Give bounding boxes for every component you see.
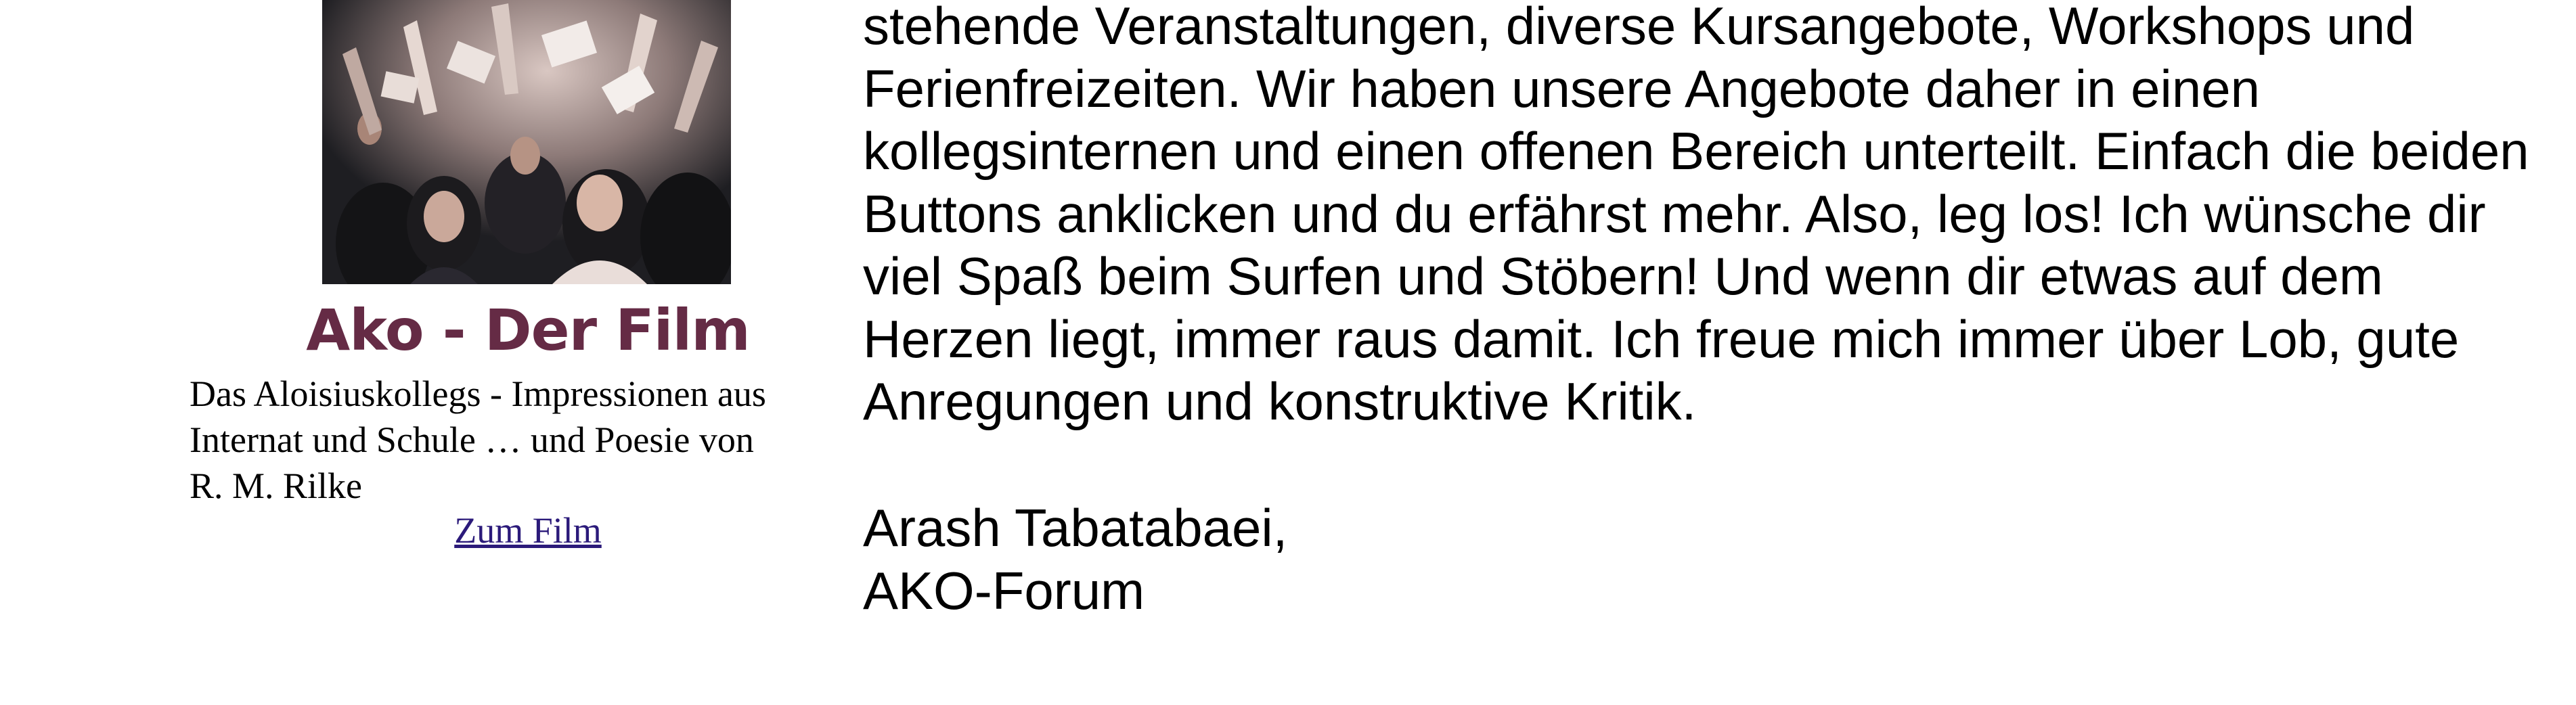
intro-line: Herzen liegt, immer raus damit. Ich freu… [863, 309, 2460, 369]
zum-film-link[interactable]: Zum Film [454, 510, 602, 551]
film-link-container: Zum Film [190, 507, 866, 553]
film-thumbnail-graphic [322, 0, 731, 284]
film-description-line: R. M. Rilke [190, 465, 363, 506]
film-teaser: Ako - Der Film Das Aloisiuskollegs - Imp… [190, 0, 839, 705]
intro-line: kollegsinternen und einen offenen Bereic… [863, 121, 2529, 181]
intro-line: Buttons anklicken und du erfährst mehr. … [863, 183, 2486, 244]
film-description: Das Aloisiuskollegs - Impressionen aus I… [190, 371, 839, 509]
film-thumbnail-image[interactable] [322, 0, 731, 284]
signature-org: AKO-Forum [863, 560, 1145, 620]
intro-paragraph: stehende Veranstaltungen, diverse Kursan… [863, 0, 2575, 433]
intro-line: Anregungen und konstruktive Kritik. [863, 371, 1697, 431]
film-description-line: Internat und Schule … und Poesie von [190, 419, 754, 460]
signature: Arash Tabatabaei, AKO-Forum [863, 497, 1287, 622]
film-description-line: Das Aloisiuskollegs - Impressionen aus [190, 373, 766, 414]
signature-name: Arash Tabatabaei, [863, 498, 1288, 558]
intro-line: stehende Veranstaltungen, diverse Kursan… [863, 0, 2415, 55]
film-title: Ako - Der Film [306, 297, 751, 363]
intro-line: Ferienfreizeiten. Wir haben unsere Angeb… [863, 58, 2260, 118]
intro-line: viel Spaß beim Surfen und Stöbern! Und w… [863, 246, 2383, 306]
